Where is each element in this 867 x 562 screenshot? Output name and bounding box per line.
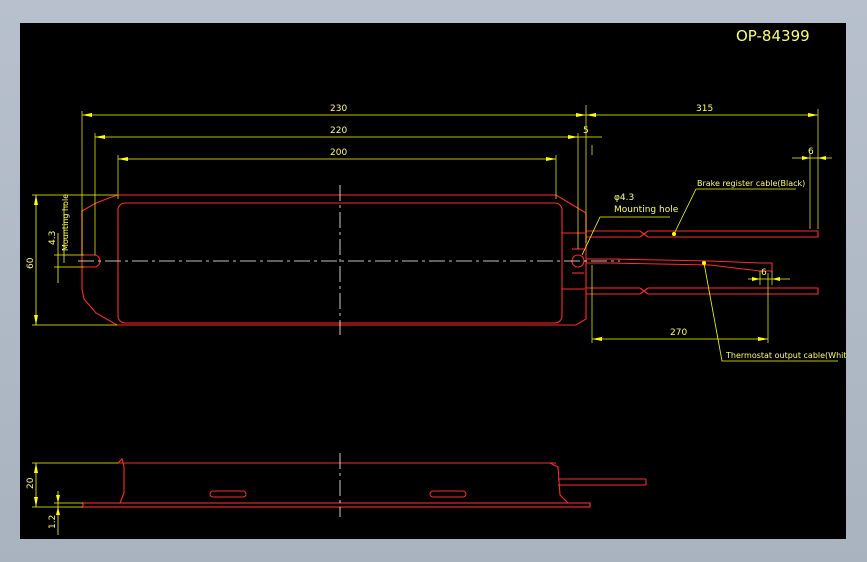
dim-6-mid: 6 bbox=[761, 268, 767, 278]
dim-315: 315 bbox=[696, 104, 713, 114]
dim-20: 20 bbox=[26, 477, 36, 489]
dim-60: 60 bbox=[26, 257, 36, 269]
dim-1-2: 1.2 bbox=[48, 515, 58, 529]
label-thermostat-cable: Thermostat output cable(White) bbox=[725, 351, 846, 360]
dim-5: 5 bbox=[583, 126, 589, 136]
dim-270: 270 bbox=[670, 328, 687, 338]
side-view bbox=[82, 457, 647, 508]
label-brake-cable: Brake register cable(Black) bbox=[697, 179, 805, 188]
label-phi-4-3: φ4.3 bbox=[614, 193, 634, 203]
dim-220: 220 bbox=[330, 126, 347, 136]
resistor-body-outline bbox=[81, 194, 587, 326]
dim-4-3-left: 4.3 bbox=[48, 231, 58, 245]
brake-cable bbox=[586, 230, 819, 295]
cad-viewport[interactable]: OP-84399 230 220 200 5 315 6 6 270 60 4.… bbox=[20, 23, 846, 539]
technical-drawing: OP-84399 230 220 200 5 315 6 6 270 60 4.… bbox=[26, 27, 846, 535]
dim-200: 200 bbox=[330, 148, 347, 158]
drawing-number: OP-84399 bbox=[736, 27, 810, 45]
label-mounting-hole-left: Mounting hole bbox=[61, 194, 70, 251]
label-mounting-hole-right: Mounting hole bbox=[614, 205, 679, 215]
dim-6-top: 6 bbox=[808, 147, 814, 157]
dim-230: 230 bbox=[330, 104, 347, 114]
